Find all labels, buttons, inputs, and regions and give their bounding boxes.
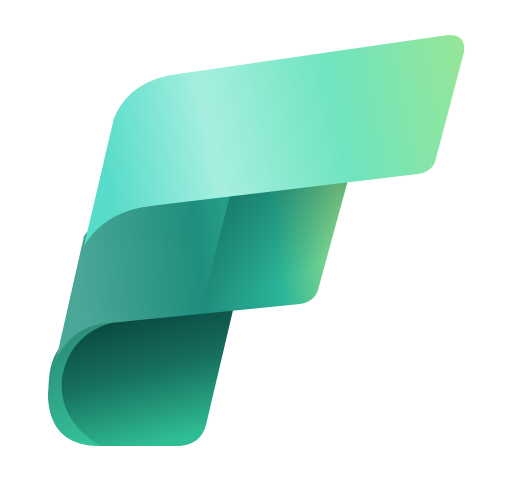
logo-canvas	[0, 0, 512, 487]
fabric-f-logo-icon	[48, 34, 465, 446]
